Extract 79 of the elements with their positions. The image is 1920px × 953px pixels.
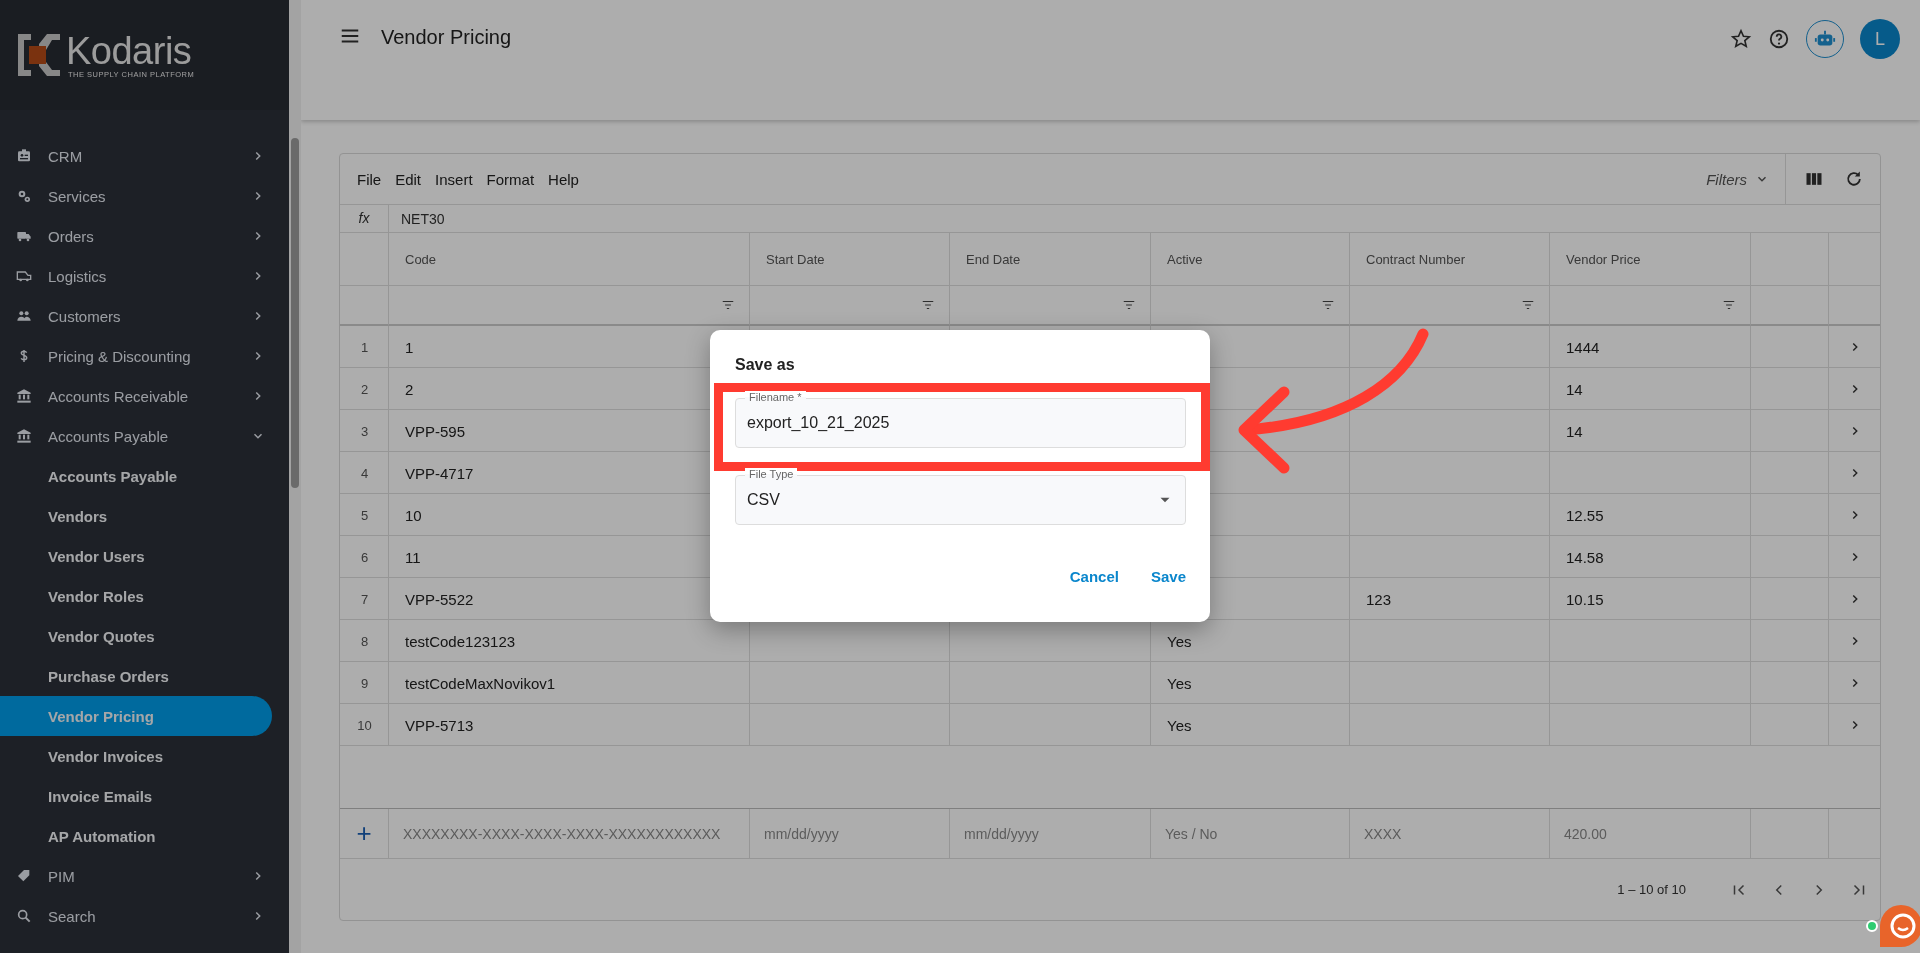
sidebar-subitem[interactable]: Vendor Invoices xyxy=(0,736,272,776)
formula-value: NET30 xyxy=(400,210,445,227)
column-header[interactable]: Vendor Price xyxy=(1550,233,1751,286)
sidebar-subitem[interactable]: Vendor Quotes xyxy=(0,616,272,656)
sidebar-item[interactable]: Orders xyxy=(0,216,289,256)
table-cell: 14.58 xyxy=(1566,548,1604,566)
column-header[interactable]: End Date xyxy=(950,233,1151,286)
column-header[interactable]: Contract Number xyxy=(1350,233,1550,286)
row-number: 10 xyxy=(357,717,372,733)
row-number: 9 xyxy=(360,675,369,691)
table-cell: 1 xyxy=(405,338,414,356)
row-number: 7 xyxy=(360,591,369,607)
menu-item[interactable]: Insert xyxy=(435,170,473,188)
sidebar-item[interactable]: Pricing & Discounting xyxy=(0,336,289,376)
sidebar-item[interactable]: Search xyxy=(0,896,289,936)
table-cell: 1444 xyxy=(1566,338,1600,356)
table-cell: Yes xyxy=(1167,674,1192,692)
sidebar-subitem[interactable]: AP Automation xyxy=(0,816,272,856)
page-title: Vendor Pricing xyxy=(381,25,513,49)
table-cell: VPP-4717 xyxy=(405,464,474,482)
menu-item[interactable]: Edit xyxy=(395,170,422,188)
sidebar-item[interactable]: Logistics xyxy=(0,256,289,296)
sidebar-subitem[interactable]: Purchase Orders xyxy=(0,656,272,696)
brand-name: Kodaris xyxy=(66,31,193,70)
formula-label: fx xyxy=(340,205,389,232)
row-number: 5 xyxy=(360,507,369,523)
save-button[interactable]: Save xyxy=(1150,568,1186,585)
table-cell: 10 xyxy=(405,506,422,524)
sidebar-subitem[interactable]: Vendor Users xyxy=(0,536,272,576)
sidebar-item[interactable]: CRM xyxy=(0,136,289,176)
sidebar-item[interactable]: Accounts Receivable xyxy=(0,376,289,416)
table-cell: 10.15 xyxy=(1566,590,1604,608)
table-cell: 11 xyxy=(405,548,421,566)
table-cell: VPP-5522 xyxy=(405,590,474,608)
table-cell: 12.55 xyxy=(1566,506,1604,524)
sidebar-item[interactable]: PIM xyxy=(0,856,289,896)
row-number: 3 xyxy=(360,423,369,439)
menu-item[interactable]: Format xyxy=(486,170,535,188)
column-header[interactable]: Active xyxy=(1151,233,1350,286)
filters-label[interactable]: Filters xyxy=(1706,170,1747,188)
table-cell: 2 xyxy=(405,380,414,398)
new-row-field[interactable]: Yes / No xyxy=(1163,824,1349,843)
field-label: File Type xyxy=(745,468,798,481)
row-number: 1 xyxy=(360,339,369,355)
sidebar-subitem[interactable]: Invoice Emails xyxy=(0,776,272,816)
column-header[interactable]: Start Date xyxy=(750,233,950,286)
new-row-field[interactable]: XXXX xyxy=(1362,824,1549,843)
sidebar-item[interactable]: Customers xyxy=(0,296,289,336)
new-row-field[interactable]: 420.00 xyxy=(1562,824,1750,843)
new-row-field[interactable]: mm/dd/yyyy xyxy=(962,824,1150,843)
table-cell: Yes xyxy=(1167,716,1192,734)
menu-item[interactable]: File xyxy=(357,170,382,188)
new-row-field[interactable]: mm/dd/yyyy xyxy=(762,824,949,843)
table-cell: testCodeMaxNovikov1 xyxy=(405,674,556,692)
table-cell: 123 xyxy=(1366,590,1392,608)
pagination-range: 1 – 10 of 10 xyxy=(1617,882,1686,898)
table-cell: testCode123123 xyxy=(405,632,516,650)
menu-item[interactable]: Help xyxy=(548,170,579,188)
dialog-title: Save as xyxy=(735,356,796,374)
sidebar-subitem[interactable]: Accounts Payable xyxy=(0,456,272,496)
sidebar-subitem[interactable]: Vendor Roles xyxy=(0,576,272,616)
row-number: 8 xyxy=(360,633,369,649)
row-number: 4 xyxy=(360,465,369,481)
column-header[interactable]: Code xyxy=(389,233,750,286)
sidebar-item[interactable]: Accounts Payable xyxy=(0,416,289,456)
table-cell: VPP-595 xyxy=(405,422,466,440)
user-avatar[interactable]: L xyxy=(1860,19,1900,59)
row-number: 6 xyxy=(360,549,369,565)
add-row-button[interactable]: + xyxy=(340,818,388,850)
sidebar-subitem[interactable]: Vendors xyxy=(0,496,272,536)
cancel-button[interactable]: Cancel xyxy=(1069,568,1119,585)
field-label: Filename * xyxy=(745,391,806,404)
table-cell: 14 xyxy=(1566,422,1583,440)
new-row-field[interactable]: XXXXXXXX-XXXX-XXXX-XXXX-XXXXXXXXXXXX xyxy=(401,824,749,843)
table-cell: VPP-5713 xyxy=(405,716,474,734)
sidebar-item[interactable]: Services xyxy=(0,176,289,216)
row-number: 2 xyxy=(360,381,369,397)
table-cell: 14 xyxy=(1566,380,1583,398)
table-cell: Yes xyxy=(1167,632,1192,650)
